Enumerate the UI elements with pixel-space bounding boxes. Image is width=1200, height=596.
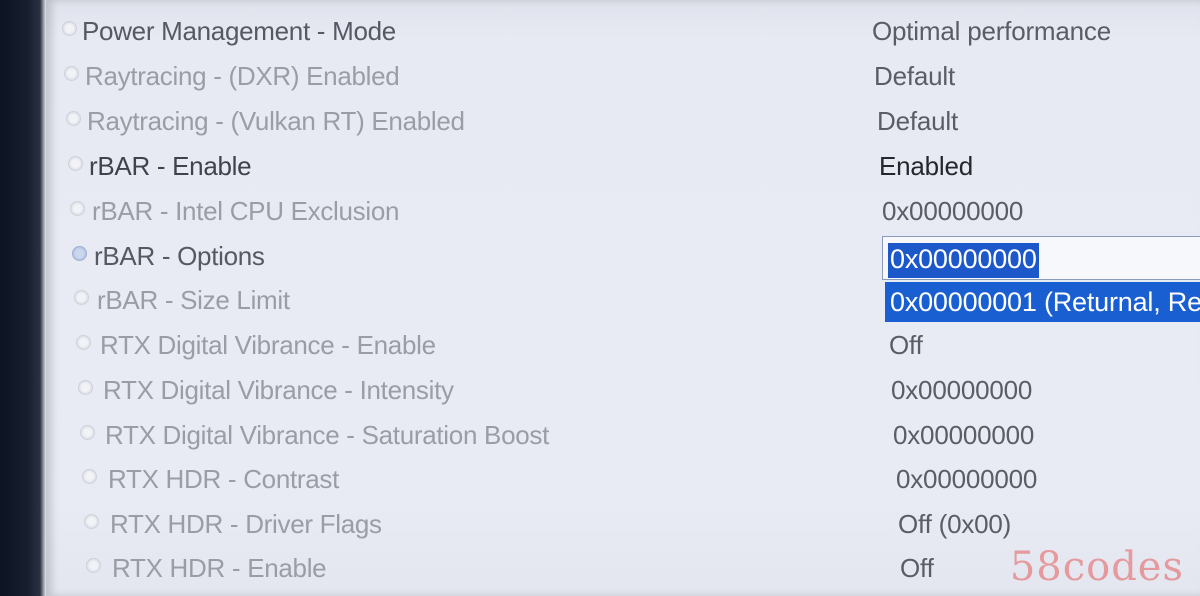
radio-indicator[interactable] — [78, 380, 93, 395]
radio-indicator[interactable] — [74, 290, 89, 305]
setting-name: rBAR - Options — [94, 241, 265, 271]
setting-value[interactable]: 0x00000000 — [893, 420, 1034, 451]
settings-row-rtx-digital-vibrance-intensity[interactable]: RTX Digital Vibrance - Intensity 0x00000… — [72, 367, 1172, 411]
setting-name: rBAR - Intel CPU Exclusion — [92, 196, 400, 226]
dropdown-option[interactable]: 0x00000001 (Returnal, Re — [885, 282, 1200, 322]
radio-indicator[interactable] — [84, 514, 99, 529]
setting-name: RTX HDR - Contrast — [108, 464, 340, 494]
radio-indicator[interactable] — [80, 425, 95, 440]
setting-value[interactable]: Optimal performance — [872, 16, 1111, 47]
radio-indicator[interactable] — [66, 111, 81, 126]
settings-row-raytracing-dxr[interactable]: Raytracing - (DXR) Enabled Default — [58, 53, 1158, 97]
radio-indicator[interactable] — [72, 246, 87, 261]
setting-name: RTX Digital Vibrance - Enable — [100, 330, 436, 360]
setting-value[interactable]: Default — [874, 61, 955, 92]
setting-value[interactable]: 0x00000000 — [891, 375, 1032, 406]
dropdown-option-label[interactable]: 0x00000001 (Returnal, Re — [890, 287, 1200, 318]
watermark: 58codes — [1009, 544, 1184, 590]
radio-indicator[interactable] — [62, 21, 77, 36]
radio-indicator[interactable] — [82, 469, 97, 484]
dropdown-selected-value[interactable]: 0x00000000 — [888, 243, 1039, 278]
setting-name: Power Management - Mode — [82, 16, 396, 46]
setting-name: RTX Digital Vibrance - Intensity — [103, 375, 454, 405]
setting-value[interactable]: 0x00000000 — [882, 196, 1023, 227]
screen: Power Management - Mode Optimal performa… — [0, 0, 1200, 596]
setting-value[interactable]: Enabled — [879, 151, 973, 182]
settings-row-power-management-mode[interactable]: Power Management - Mode Optimal performa… — [56, 8, 1156, 52]
setting-value[interactable]: Default — [877, 106, 958, 137]
settings-row-rbar-enable[interactable]: rBAR - Enable Enabled — [62, 143, 1162, 187]
settings-row-rtx-digital-vibrance-enable[interactable]: RTX Digital Vibrance - Enable Off — [70, 322, 1170, 366]
settings-row-rtx-digital-vibrance-saturation-boost[interactable]: RTX Digital Vibrance - Saturation Boost … — [74, 412, 1174, 456]
setting-value[interactable]: Off — [900, 553, 934, 584]
setting-value[interactable]: Off — [889, 330, 923, 361]
dropdown-combo-box[interactable]: 0x00000000 — [882, 236, 1200, 280]
settings-row-raytracing-vulkan[interactable]: Raytracing - (Vulkan RT) Enabled Default — [60, 98, 1160, 142]
radio-indicator[interactable] — [76, 335, 91, 350]
settings-row-rbar-intel-cpu-exclusion[interactable]: rBAR - Intel CPU Exclusion 0x00000000 — [64, 188, 1164, 232]
setting-name: Raytracing - (Vulkan RT) Enabled — [87, 106, 465, 136]
radio-indicator[interactable] — [86, 558, 101, 573]
setting-value[interactable]: Off (0x00) — [898, 509, 1011, 540]
setting-name: Raytracing - (DXR) Enabled — [85, 61, 400, 91]
setting-value[interactable]: 0x00000000 — [896, 464, 1037, 495]
setting-name: rBAR - Size Limit — [97, 285, 290, 315]
settings-row-rtx-hdr-contrast[interactable]: RTX HDR - Contrast 0x00000000 — [76, 456, 1176, 500]
setting-name: RTX HDR - Driver Flags — [110, 509, 382, 539]
setting-name: RTX HDR - Enable — [112, 553, 327, 583]
radio-indicator[interactable] — [70, 201, 85, 216]
setting-name: rBAR - Enable — [89, 151, 252, 181]
settings-row-rtx-hdr-driver-flags[interactable]: RTX HDR - Driver Flags Off (0x00) — [78, 501, 1178, 545]
radio-indicator[interactable] — [68, 156, 83, 171]
rbar-options-dropdown[interactable]: 0x00000000 0x00000001 (Returnal, Re — [882, 236, 1200, 322]
setting-name: RTX Digital Vibrance - Saturation Boost — [105, 420, 550, 450]
radio-indicator[interactable] — [64, 66, 79, 81]
